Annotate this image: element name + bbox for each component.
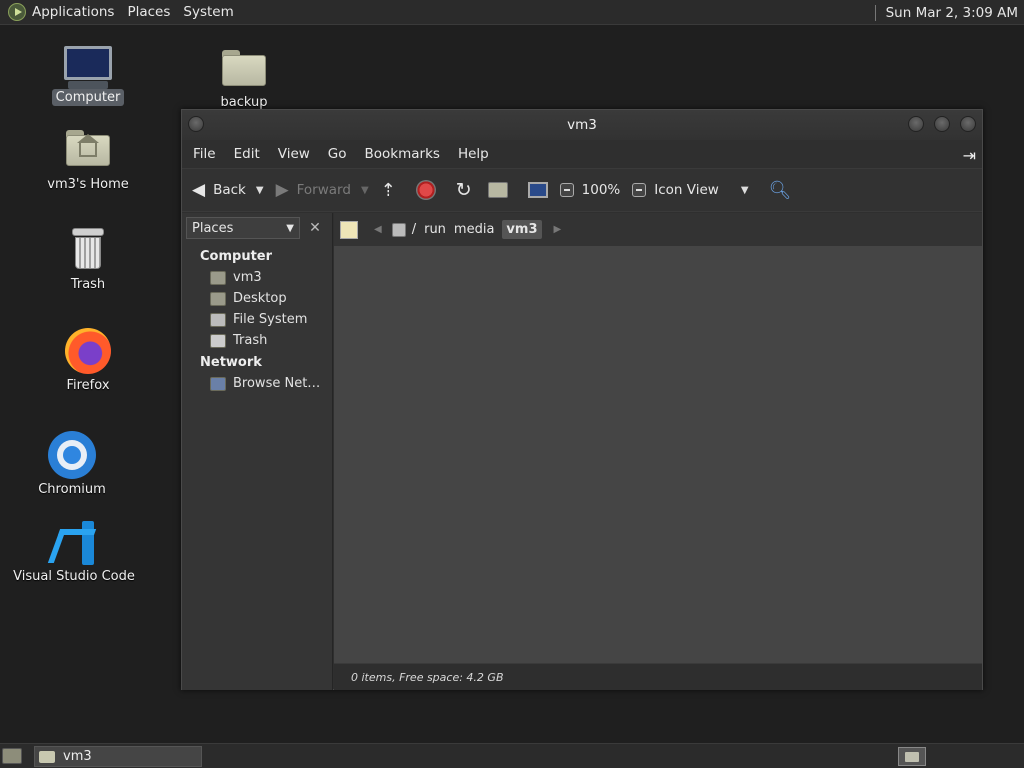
panel-separator [874, 4, 876, 21]
computer-icon [64, 46, 112, 80]
desktop-icon-vscode[interactable]: Visual Studio Code [13, 521, 135, 585]
desktop-icon-label: Firefox [66, 378, 110, 393]
sidebar-selector-label: Places [192, 220, 234, 236]
menu-places[interactable]: Places [127, 4, 170, 20]
desktop-icon-firefox[interactable]: Firefox [33, 328, 143, 394]
edit-location-icon[interactable] [340, 220, 358, 239]
close-icon[interactable]: ✕ [304, 217, 326, 239]
folder-icon [39, 750, 55, 763]
file-manager-window: vm3 File Edit View Go Bookmarks Help ⇥ ◀… [181, 109, 983, 690]
desktop-icon-label: Trash [70, 277, 106, 292]
trash-icon [71, 228, 105, 270]
desktop-icon-computer[interactable]: Computer [33, 46, 143, 106]
desktop-icon-trash[interactable]: Trash [33, 228, 143, 293]
forward-button[interactable]: ▶ Forward ▼ [276, 180, 369, 200]
computer-icon[interactable] [527, 182, 548, 198]
vscode-icon [52, 521, 96, 565]
chevron-down-icon: ▼ [740, 184, 749, 196]
menu-applications[interactable]: Applications [32, 4, 114, 20]
sidebar-selector[interactable]: Places ▼ [186, 217, 300, 239]
close-button[interactable] [960, 116, 976, 132]
desktop-icon-home[interactable]: vm3's Home [33, 130, 143, 193]
home-folder-icon [210, 270, 226, 285]
path-segment-media[interactable]: media [454, 222, 495, 237]
toolbar: ◀ Back ▼ ▶ Forward ▼ ⇡ ↻ 100% Icon View … [182, 168, 982, 212]
window-titlebar[interactable]: vm3 [182, 110, 982, 140]
workspace-switcher[interactable] [898, 747, 926, 766]
maximize-button[interactable] [934, 116, 950, 132]
zoom-level: 100% [581, 182, 621, 198]
resize-cursor-icon: ⇥ [962, 146, 976, 165]
network-icon [210, 376, 226, 391]
sidebar-group-computer: Computer [200, 249, 273, 264]
reload-icon[interactable]: ↻ [456, 179, 472, 201]
file-view[interactable] [334, 246, 982, 663]
top-panel: Applications Places System Sun Mar 2, 3:… [0, 0, 1024, 25]
home-folder-icon [66, 130, 110, 166]
desktop-icon-label: Computer [51, 89, 125, 106]
sidebar-item-desktop[interactable]: Desktop [182, 288, 332, 309]
firefox-icon [65, 328, 111, 374]
sidebar-item-filesystem[interactable]: File System [182, 309, 332, 330]
window-title: vm3 [567, 117, 597, 133]
forward-arrow-icon: ▶ [275, 180, 289, 200]
menubar: File Edit View Go Bookmarks Help [182, 140, 982, 168]
chevron-right-icon[interactable]: ▶ [554, 224, 562, 235]
status-bar: 0 items, Free space: 4.2 GB [334, 663, 982, 690]
path-segment-root[interactable]: / [391, 222, 416, 237]
up-icon[interactable]: ⇡ [381, 180, 396, 201]
folder-icon [222, 50, 266, 86]
back-history-dropdown[interactable]: ▼ [256, 185, 264, 196]
menu-file[interactable]: File [193, 146, 216, 162]
desktop-icon-label: Chromium [38, 482, 106, 497]
clock[interactable]: Sun Mar 2, 3:09 AM [886, 5, 1018, 21]
forward-history-dropdown[interactable]: ▼ [361, 185, 369, 196]
back-button[interactable]: ◀ Back ▼ [192, 180, 264, 200]
drive-icon [391, 222, 406, 237]
menu-help[interactable]: Help [458, 146, 489, 162]
chevron-left-icon[interactable]: ◀ [374, 224, 382, 235]
menu-go[interactable]: Go [328, 146, 347, 162]
search-icon[interactable]: 🔍︎ [769, 180, 792, 201]
mate-logo-icon[interactable] [8, 3, 26, 21]
minimize-button[interactable] [908, 116, 924, 132]
path-segment-vm3[interactable]: vm3 [502, 220, 542, 239]
desktop-icon-label: vm3's Home [47, 177, 129, 192]
drive-icon [210, 312, 226, 327]
zoom-out-icon[interactable] [559, 183, 574, 197]
path-bar: ◀ / run media vm3 ▶ [334, 213, 982, 246]
bottom-panel: vm3 [0, 743, 1024, 768]
back-label: Back [213, 182, 246, 198]
view-mode-select[interactable]: Icon View ▼ [654, 182, 748, 198]
menu-view[interactable]: View [278, 146, 310, 162]
menu-bookmarks[interactable]: Bookmarks [365, 146, 440, 162]
stop-icon[interactable] [415, 180, 436, 200]
chromium-icon [48, 431, 96, 479]
zoom-in-icon[interactable] [632, 183, 647, 197]
back-arrow-icon: ◀ [192, 180, 206, 200]
home-icon[interactable] [487, 182, 508, 198]
path-segment-run[interactable]: run [424, 222, 446, 237]
menu-system[interactable]: System [183, 4, 233, 20]
trash-icon [210, 333, 226, 348]
sidebar-group-network: Network [200, 355, 262, 370]
desktop-icon-label: Visual Studio Code [13, 569, 135, 584]
desktop-icon-backup[interactable]: backup [189, 50, 299, 111]
sidebar-item-trash[interactable]: Trash [182, 330, 332, 351]
view-mode-label: Icon View [654, 182, 719, 198]
show-desktop-icon[interactable] [2, 748, 22, 764]
chevron-down-icon: ▼ [286, 222, 294, 234]
sidebar: Places ▼ ✕ Computer vm3 Desktop File Sys… [182, 213, 333, 690]
desktop-folder-icon [210, 291, 226, 306]
sidebar-item-browse-network[interactable]: Browse Net… [182, 373, 332, 394]
sidebar-item-vm3[interactable]: vm3 [182, 267, 332, 288]
desktop-icon-chromium[interactable]: Chromium [17, 431, 127, 498]
forward-label: Forward [296, 182, 351, 198]
menu-edit[interactable]: Edit [234, 146, 260, 162]
taskbar-item-vm3[interactable]: vm3 [34, 746, 202, 767]
